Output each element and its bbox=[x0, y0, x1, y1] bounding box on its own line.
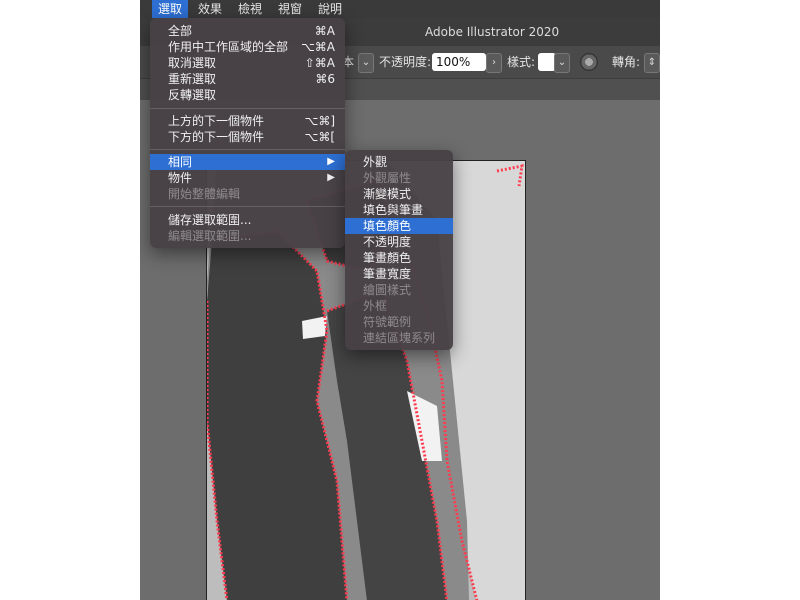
menu-item-label: 外觀屬性 bbox=[363, 171, 412, 185]
submenu-item-stroke-weight[interactable]: 筆畫寬度 bbox=[345, 266, 453, 282]
menu-item-label: 不透明度 bbox=[363, 235, 412, 249]
window-title: Adobe Illustrator 2020 bbox=[425, 25, 560, 39]
menu-item-label: 填色顏色 bbox=[363, 219, 412, 233]
menu-select[interactable]: 選取 bbox=[152, 0, 189, 18]
menu-separator bbox=[150, 206, 345, 207]
menu-item-label: 筆畫顏色 bbox=[363, 251, 412, 265]
submenu-item-outline: 外框 bbox=[345, 298, 453, 314]
menu-item-label: 相同 bbox=[168, 155, 193, 169]
shortcut-label: ⇧⌘A bbox=[304, 56, 335, 70]
submenu-item-symbol-instance: 符號範例 bbox=[345, 314, 453, 330]
menu-item-label: 開始整體編輯 bbox=[168, 187, 241, 201]
corner-stepper[interactable]: ⇕ bbox=[644, 53, 660, 73]
shortcut-label: ⌥⌘[ bbox=[304, 130, 335, 144]
menu-item-label: 編輯選取範圍... bbox=[168, 229, 252, 243]
menu-item-label: 外觀 bbox=[363, 155, 388, 169]
opacity-label: 不透明度: bbox=[379, 55, 432, 69]
submenu-item-appearance-attribute: 外觀屬性 bbox=[345, 170, 453, 186]
menu-item-label: 繪圖樣式 bbox=[363, 283, 412, 297]
menu-separator bbox=[150, 108, 345, 109]
menu-item-label: 填色與筆畫 bbox=[363, 203, 424, 217]
menu-item-select-all-artboard[interactable]: 作用中工作區域的全部 ⌥⌘A bbox=[150, 39, 345, 55]
menu-bar: 選取 效果 檢視 視窗 說明 bbox=[140, 0, 660, 18]
menu-item-label: 筆畫寬度 bbox=[363, 267, 412, 281]
menu-item-label: 上方的下一個物件 bbox=[168, 114, 265, 128]
menu-item-label: 符號範例 bbox=[363, 315, 412, 329]
shortcut-label: ⌥⌘A bbox=[300, 40, 335, 54]
select-menu: 全部 ⌘A 作用中工作區域的全部 ⌥⌘A 取消選取 ⇧⌘A 重新選取 ⌘6 反轉選取 上… bbox=[150, 18, 345, 248]
menu-item-label: 取消選取 bbox=[168, 56, 217, 70]
menu-item-same[interactable]: 相同 ▶ bbox=[150, 154, 345, 170]
menu-item-next-object-above[interactable]: 上方的下一個物件 ⌥⌘] bbox=[150, 113, 345, 129]
opacity-expand-button[interactable]: › bbox=[486, 53, 502, 73]
submenu-arrow-icon: ▶ bbox=[327, 156, 335, 167]
style-label: 樣式: bbox=[507, 55, 536, 69]
submenu-item-link-block-series: 連結區塊系列 bbox=[345, 330, 453, 346]
blend-mode-dropdown[interactable]: ⌄ bbox=[358, 53, 374, 73]
menu-separator bbox=[150, 149, 345, 150]
corner-label: 轉角: bbox=[612, 55, 641, 69]
menu-item-select-all[interactable]: 全部 ⌘A bbox=[150, 23, 345, 39]
submenu-item-appearance[interactable]: 外觀 bbox=[345, 154, 453, 170]
submenu-item-opacity[interactable]: 不透明度 bbox=[345, 234, 453, 250]
menu-item-label: 外框 bbox=[363, 299, 388, 313]
submenu-item-blending-mode[interactable]: 漸變模式 bbox=[345, 186, 453, 202]
menu-item-save-selection[interactable]: 儲存選取範圍... bbox=[150, 212, 345, 228]
shortcut-label: ⌘6 bbox=[315, 72, 335, 86]
menu-item-start-global-edit: 開始整體編輯 bbox=[150, 186, 345, 202]
submenu-item-stroke-color[interactable]: 筆畫顏色 bbox=[345, 250, 453, 266]
menu-view[interactable]: 檢視 bbox=[232, 0, 268, 18]
menu-item-label: 物件 bbox=[168, 171, 193, 185]
menu-item-label: 連結區塊系列 bbox=[363, 331, 436, 345]
submenu-item-fill-color[interactable]: 填色顏色 bbox=[345, 218, 453, 234]
shortcut-label: ⌘A bbox=[314, 24, 335, 38]
menu-item-label: 下方的下一個物件 bbox=[168, 130, 265, 144]
submenu-item-fill-and-stroke[interactable]: 填色與筆畫 bbox=[345, 202, 453, 218]
menu-item-label: 儲存選取範圍... bbox=[168, 213, 252, 227]
menu-item-next-object-below[interactable]: 下方的下一個物件 ⌥⌘[ bbox=[150, 129, 345, 145]
submenu-item-graphic-style: 繪圖樣式 bbox=[345, 282, 453, 298]
menu-item-reselect[interactable]: 重新選取 ⌘6 bbox=[150, 71, 345, 87]
menu-item-object[interactable]: 物件 ▶ bbox=[150, 170, 345, 186]
shortcut-label: ⌥⌘] bbox=[304, 114, 335, 128]
opacity-input[interactable]: 100% bbox=[432, 53, 486, 71]
style-dropdown[interactable]: ⌄ bbox=[554, 53, 570, 73]
menu-item-edit-selection: 編輯選取範圍... bbox=[150, 228, 345, 244]
menu-item-label: 重新選取 bbox=[168, 72, 217, 86]
menu-help[interactable]: 說明 bbox=[312, 0, 348, 18]
menu-item-inverse[interactable]: 反轉選取 bbox=[150, 87, 345, 103]
menu-item-label: 反轉選取 bbox=[168, 88, 217, 102]
same-submenu: 外觀 外觀屬性 漸變模式 填色與筆畫 填色顏色 不透明度 筆畫顏色 筆畫寬度 繪… bbox=[345, 150, 453, 350]
recolor-icon[interactable] bbox=[580, 53, 598, 71]
illustrator-window: 選取 效果 檢視 視窗 說明 Adobe Illustrator 2020 本 … bbox=[140, 0, 660, 600]
menu-effect[interactable]: 效果 bbox=[192, 0, 228, 18]
submenu-arrow-icon: ▶ bbox=[327, 172, 335, 183]
menu-window[interactable]: 視窗 bbox=[272, 0, 308, 18]
menu-item-label: 作用中工作區域的全部 bbox=[168, 40, 289, 54]
menu-item-label: 全部 bbox=[168, 24, 193, 38]
menu-item-deselect[interactable]: 取消選取 ⇧⌘A bbox=[150, 55, 345, 71]
menu-item-label: 漸變模式 bbox=[363, 187, 412, 201]
